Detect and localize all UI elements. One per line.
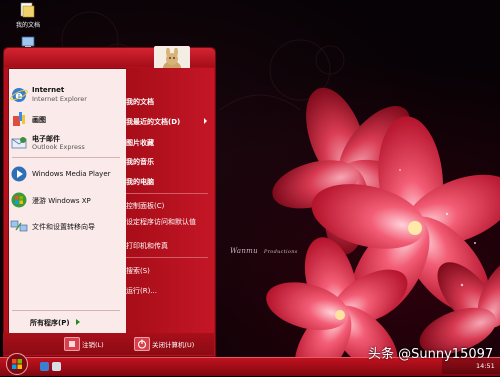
right-item-printers[interactable]: 打印机和传真 [126, 241, 168, 251]
watermark-text: 头条 @Sunny15097 [368, 347, 494, 362]
pinned-subtitle: Outlook Express [32, 143, 85, 151]
pinned-internet[interactable]: e Internet Internet Explorer [8, 83, 120, 107]
right-item-my-documents[interactable]: 我的文档 [126, 97, 154, 107]
arrow-right-icon [75, 319, 80, 325]
transfer-wizard-icon [10, 217, 28, 235]
recent-transfer-wizard[interactable]: 文件和设置转移向导 [8, 214, 120, 238]
recent-label: 漫游 Windows XP [32, 197, 91, 205]
right-item-my-computer[interactable]: 我的电脑 [126, 177, 154, 187]
recent-label: Windows Media Player [32, 170, 111, 178]
paint-icon [10, 110, 28, 128]
all-programs-button[interactable]: 所有程序(P) [30, 318, 80, 328]
quicklaunch-ie-icon[interactable] [40, 362, 49, 371]
internet-explorer-icon: e [10, 86, 28, 104]
pinned-title: Internet [32, 86, 65, 94]
right-item-my-music[interactable]: 我的音乐 [126, 157, 154, 167]
windows-orb-icon [6, 353, 28, 375]
tour-xp-icon [10, 191, 28, 209]
shutdown-button[interactable]: 关闭计算机(U) [152, 339, 194, 349]
pinned-subtitle: Internet Explorer [32, 95, 87, 103]
right-item-control-panel[interactable]: 控制面板(C) [126, 201, 164, 211]
logoff-icon[interactable] [64, 337, 80, 351]
quicklaunch-desktop-icon[interactable] [52, 362, 61, 371]
all-programs-separator [12, 310, 120, 311]
folder-documents-icon [19, 2, 37, 18]
pinned-separator [12, 157, 120, 158]
right-item-my-pictures[interactable]: 图片收藏 [126, 138, 154, 148]
submenu-arrow-icon [204, 118, 207, 124]
right-item-program-access[interactable]: 设定程序访问和默认值 [126, 217, 196, 227]
media-player-icon [10, 165, 28, 183]
desktop-icon-my-documents[interactable]: 我的文档 [6, 2, 50, 29]
outlook-express-icon [10, 134, 28, 152]
power-icon[interactable] [134, 337, 150, 351]
desktop-icon-label: 我的文档 [15, 22, 40, 29]
recent-tour-xp[interactable]: 漫游 Windows XP [8, 188, 120, 212]
right-item-search[interactable]: 搜索(S) [126, 266, 150, 276]
recent-media-player[interactable]: Windows Media Player [8, 162, 120, 186]
right-item-run[interactable]: 运行(R)... [126, 286, 157, 296]
pinned-title: 画图 [32, 116, 46, 124]
pinned-paint[interactable]: 画图 [8, 107, 120, 131]
pinned-email[interactable]: 电子邮件 Outlook Express [8, 131, 120, 155]
right-pane-separator [126, 257, 208, 258]
logoff-button[interactable]: 注销(L) [82, 339, 104, 349]
start-button[interactable] [4, 351, 30, 375]
wallpaper-brand-text: Wanmu Productions [230, 247, 298, 255]
right-item-recent-documents[interactable]: 我最近的文档(D) [126, 117, 180, 127]
all-programs-label: 所有程序(P) [30, 319, 70, 327]
recent-label: 文件和设置转移向导 [32, 223, 95, 231]
right-pane-separator [126, 193, 208, 194]
taskbar-clock[interactable]: 14:51 [476, 362, 495, 370]
